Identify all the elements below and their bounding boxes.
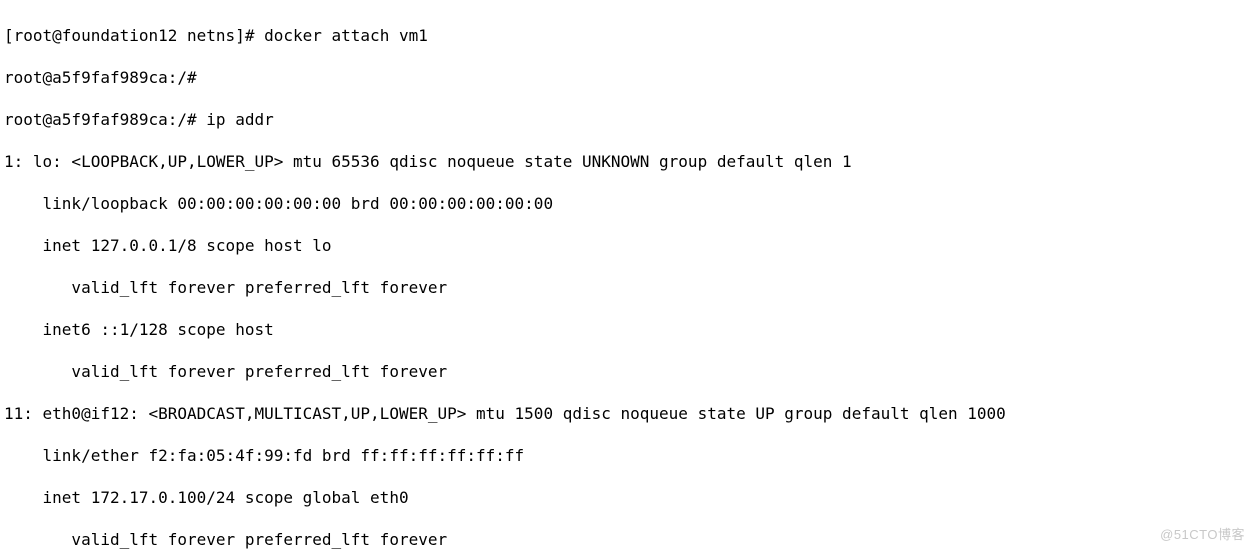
- ipaddr-output-line: inet 127.0.0.1/8 scope host lo: [4, 235, 1251, 256]
- ipaddr-output-line: inet 172.17.0.100/24 scope global eth0: [4, 487, 1251, 508]
- ipaddr-output-line: 11: eth0@if12: <BROADCAST,MULTICAST,UP,L…: [4, 403, 1251, 424]
- ipaddr-output-line: 1: lo: <LOOPBACK,UP,LOWER_UP> mtu 65536 …: [4, 151, 1251, 172]
- ipaddr-output-line: link/loopback 00:00:00:00:00:00 brd 00:0…: [4, 193, 1251, 214]
- watermark-text: @51CTO博客: [1160, 524, 1245, 545]
- ipaddr-output-line: inet6 ::1/128 scope host: [4, 319, 1251, 340]
- ipaddr-output-line: valid_lft forever preferred_lft forever: [4, 277, 1251, 298]
- ipaddr-output-line: valid_lft forever preferred_lft forever: [4, 529, 1251, 550]
- ipaddr-output-line: link/ether f2:fa:05:4f:99:fd brd ff:ff:f…: [4, 445, 1251, 466]
- ipaddr-output-line: valid_lft forever preferred_lft forever: [4, 361, 1251, 382]
- container-prompt: root@a5f9faf989ca:/#: [4, 68, 206, 87]
- command-text: ip addr: [206, 110, 273, 129]
- prompt-line: [root@foundation12 netns]# docker attach…: [4, 25, 1251, 46]
- host-prompt: [root@foundation12 netns]#: [4, 26, 264, 45]
- prompt-line: root@a5f9faf989ca:/# ip addr: [4, 109, 1251, 130]
- prompt-line: root@a5f9faf989ca:/#: [4, 67, 1251, 88]
- container-prompt: root@a5f9faf989ca:/#: [4, 110, 206, 129]
- terminal-output[interactable]: [root@foundation12 netns]# docker attach…: [0, 0, 1251, 551]
- command-text: docker attach vm1: [264, 26, 428, 45]
